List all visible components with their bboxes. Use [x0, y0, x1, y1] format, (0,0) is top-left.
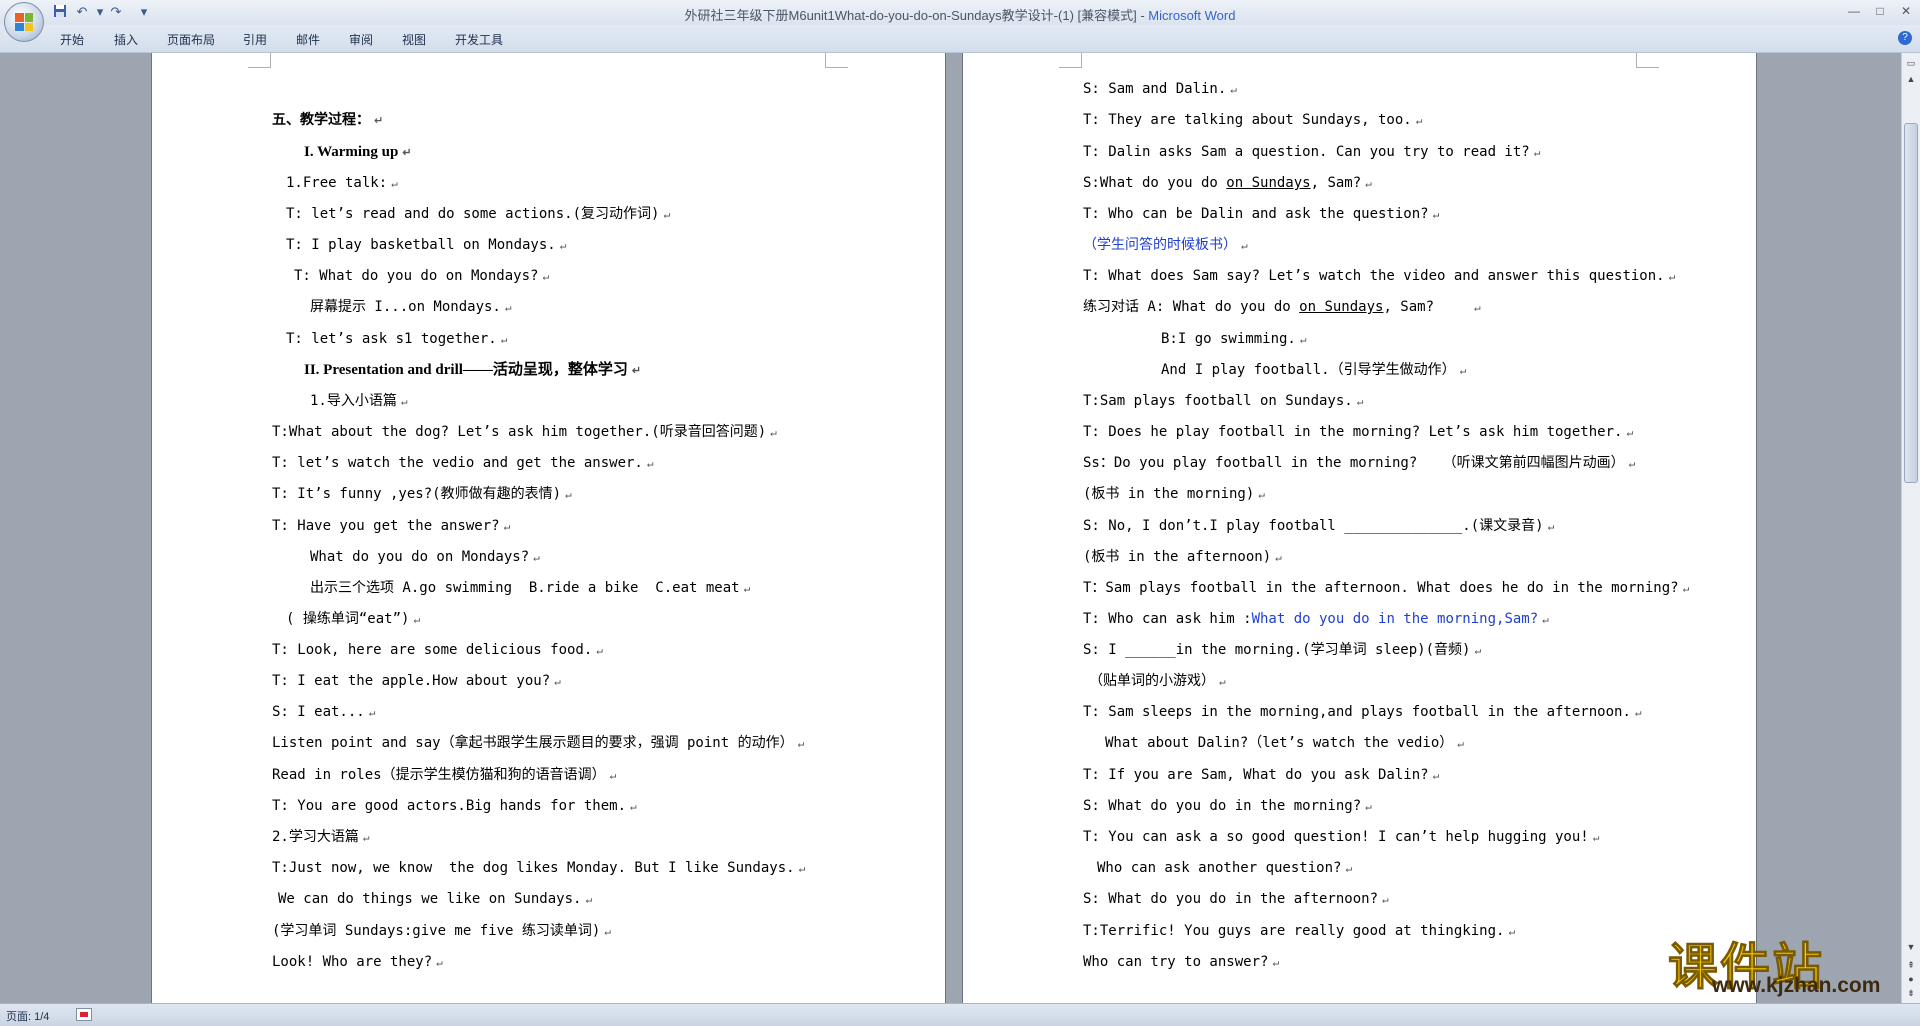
text-line: （贴单词的小游戏） ↵: [1089, 673, 1226, 689]
tab-insert[interactable]: 插入: [114, 31, 138, 48]
document-workspace[interactable]: 五、教学过程： ↵ I. Warming up ↵ 1.Free talk: ↵ T:…: [0, 53, 1902, 1003]
ruler-toggle-icon[interactable]: ▭: [1905, 57, 1917, 69]
text-line: 屏幕提示 I...on Mondays. ↵: [310, 299, 512, 315]
text-line: 1.Free talk: ↵: [286, 175, 398, 191]
text-line: T: Who can be Dalin and ask the question…: [1083, 206, 1440, 222]
scroll-thumb[interactable]: [1904, 123, 1918, 483]
text-line: Read in roles（提示学生模仿猫和狗的语音语调） ↵: [272, 767, 617, 783]
text-line: T: I play basketball on Mondays. ↵: [286, 237, 567, 253]
text-line: What do you do on Mondays? ↵: [310, 549, 540, 565]
tab-review[interactable]: 审阅: [349, 31, 373, 48]
undo-icon[interactable]: ↶: [74, 4, 90, 20]
text-line: T:Terrific! You guys are really good at …: [1083, 923, 1516, 939]
text-line: 1.导入小语篇 ↵: [310, 393, 408, 409]
subheading: I. Warming up ↵: [304, 144, 412, 160]
text-line: S: What do you do in the afternoon? ↵: [1083, 891, 1389, 907]
text-line: T: Have you get the answer? ↵: [272, 518, 511, 534]
watermark-url: www.kjzhan.com: [1712, 974, 1881, 997]
office-logo-icon: [15, 13, 33, 31]
status-bar: 页面: 1/4: [0, 1003, 1920, 1026]
document-page-right[interactable]: S: Sam and Dalin. ↵ T: They are talking a…: [963, 53, 1756, 1003]
text-line: T: Does he play football in the morning?…: [1083, 424, 1634, 440]
text-line: T: let’s read and do some actions.(复习动作词…: [286, 206, 671, 222]
text-line: What about Dalin?（let’s watch the vedio）…: [1105, 735, 1464, 751]
text-line: (学习单词 Sundays:give me five 练习读单词) ↵: [272, 923, 611, 939]
text-line: 练习对话 A: What do you do on Sundays, Sam? ↵: [1083, 299, 1481, 315]
text-line: T: Dalin asks Sam a question. Can you tr…: [1083, 144, 1541, 160]
close-button[interactable]: ✕: [1895, 3, 1917, 19]
text-line: 出示三个选项 A.go swimming B.ride a bike C.eat…: [310, 580, 751, 596]
text-line: T: You are good actors.Big hands for the…: [272, 798, 637, 814]
text-line: S: I eat... ↵: [272, 704, 376, 720]
text-line: T:What about the dog? Let’s ask him toge…: [272, 424, 777, 440]
text-line: (板书 in the afternoon) ↵: [1083, 549, 1282, 565]
window-title: 外研社三年级下册M6unit1What-do-you-do-on-Sundays…: [0, 5, 1920, 24]
tab-view[interactable]: 视图: [402, 31, 426, 48]
document-page-left[interactable]: 五、教学过程： ↵ I. Warming up ↵ 1.Free talk: ↵ T:…: [152, 53, 945, 1003]
scroll-up-icon[interactable]: ▲: [1905, 73, 1917, 85]
document-title: 外研社三年级下册M6unit1What-do-you-do-on-Sundays…: [684, 8, 1149, 23]
text-line: T: What does Sam say? Let’s watch the vi…: [1083, 268, 1676, 284]
text-line: Listen point and say（拿起书跟学生展示题目的要求，强调 po…: [272, 735, 805, 751]
office-button[interactable]: [4, 2, 44, 42]
text-line: We can do things we like on Sundays. ↵: [278, 891, 593, 907]
text-line: S: No, I don’t.I play football _________…: [1083, 518, 1555, 534]
undo-dropdown-icon[interactable]: ▾: [92, 4, 108, 20]
text-line: Who can ask another question? ↵: [1097, 860, 1353, 876]
text-line: T: They are talking about Sundays, too. ↵: [1083, 112, 1423, 128]
text-line: T: let’s ask s1 together. ↵: [286, 331, 508, 347]
section-heading: 五、教学过程： ↵: [272, 112, 384, 128]
app-name: Microsoft Word: [1148, 8, 1236, 23]
text-line: T：Sam plays football in the afternoon. W…: [1083, 580, 1690, 596]
page-count[interactable]: 页面: 1/4: [6, 1008, 49, 1024]
text-line: T: You can ask a so good question! I can…: [1083, 829, 1600, 845]
title-bar: 外研社三年级下册M6unit1What-do-you-do-on-Sundays…: [0, 0, 1920, 26]
tab-developer[interactable]: 开发工具: [455, 31, 503, 48]
text-line: T:Sam plays football on Sundays. ↵: [1083, 393, 1364, 409]
text-line: T:Just now, we know the dog likes Monday…: [272, 860, 806, 876]
proofing-icon[interactable]: [76, 1008, 92, 1021]
text-line: Ss：Do you play football in the morning? …: [1083, 455, 1636, 471]
text-line: S: I ______in the morning.(学习单词 sleep)(音…: [1083, 642, 1482, 658]
margin-corner-mark: [1636, 53, 1659, 68]
watermark-logo: 课件站 www.kjzhan.com: [1668, 927, 1908, 999]
text-line: T: Sam sleeps in the morning,and plays f…: [1083, 704, 1642, 720]
vertical-scrollbar[interactable]: ▭ ▲ ▼ ⇞ ● ⇟: [1901, 53, 1920, 1003]
tab-references[interactable]: 引用: [243, 31, 267, 48]
text-line: Who can try to answer? ↵: [1083, 954, 1280, 970]
text-line: S: What do you do in the morning? ↵: [1083, 798, 1372, 814]
text-line: T: What do you do on Mondays? ↵: [294, 268, 550, 284]
customize-qat-icon[interactable]: ▾: [136, 4, 152, 20]
tab-page-layout[interactable]: 页面布局: [167, 31, 215, 48]
text-line: T: It’s funny ,yes?(教师做有趣的表情) ↵: [272, 486, 572, 502]
text-line: And I play football.（引导学生做动作） ↵: [1161, 362, 1467, 378]
ribbon-tabs: 开始 插入 页面布局 引用 邮件 审阅 视图 开发工具 ?: [0, 25, 1920, 53]
redo-icon[interactable]: ↷: [108, 4, 124, 20]
text-line: T: let’s watch the vedio and get the ans…: [272, 455, 654, 471]
text-line: S:What do you do on Sundays, Sam? ↵: [1083, 175, 1372, 191]
maximize-button[interactable]: □: [1869, 3, 1891, 19]
save-icon[interactable]: [52, 4, 68, 20]
tab-mailings[interactable]: 邮件: [296, 31, 320, 48]
margin-corner-mark: [248, 53, 271, 68]
help-icon[interactable]: ?: [1898, 31, 1912, 45]
board-note: （学生问答的时候板书） ↵: [1083, 237, 1248, 253]
text-line: T: Who can ask him :What do you do in th…: [1083, 611, 1549, 627]
margin-corner-mark: [825, 53, 848, 68]
tab-home[interactable]: 开始: [60, 31, 84, 48]
text-line: T: I eat the apple.How about you? ↵: [272, 673, 561, 689]
text-line: (板书 in the morning) ↵: [1083, 486, 1265, 502]
text-line: ( 操练单词“eat”) ↵: [286, 611, 421, 627]
subheading: II. Presentation and drill——活动呈现，整体学习 ↵: [304, 362, 642, 378]
text-line: S: Sam and Dalin. ↵: [1083, 81, 1237, 97]
text-line: 2.学习大语篇 ↵: [272, 829, 370, 845]
text-line: Look! Who are they? ↵: [272, 954, 443, 970]
text-line: B:I go swimming. ↵: [1161, 331, 1307, 347]
minimize-button[interactable]: —: [1843, 3, 1865, 19]
text-line: T: If you are Sam, What do you ask Dalin…: [1083, 767, 1440, 783]
text-line: T: Look, here are some delicious food. ↵: [272, 642, 603, 658]
margin-corner-mark: [1059, 53, 1082, 68]
